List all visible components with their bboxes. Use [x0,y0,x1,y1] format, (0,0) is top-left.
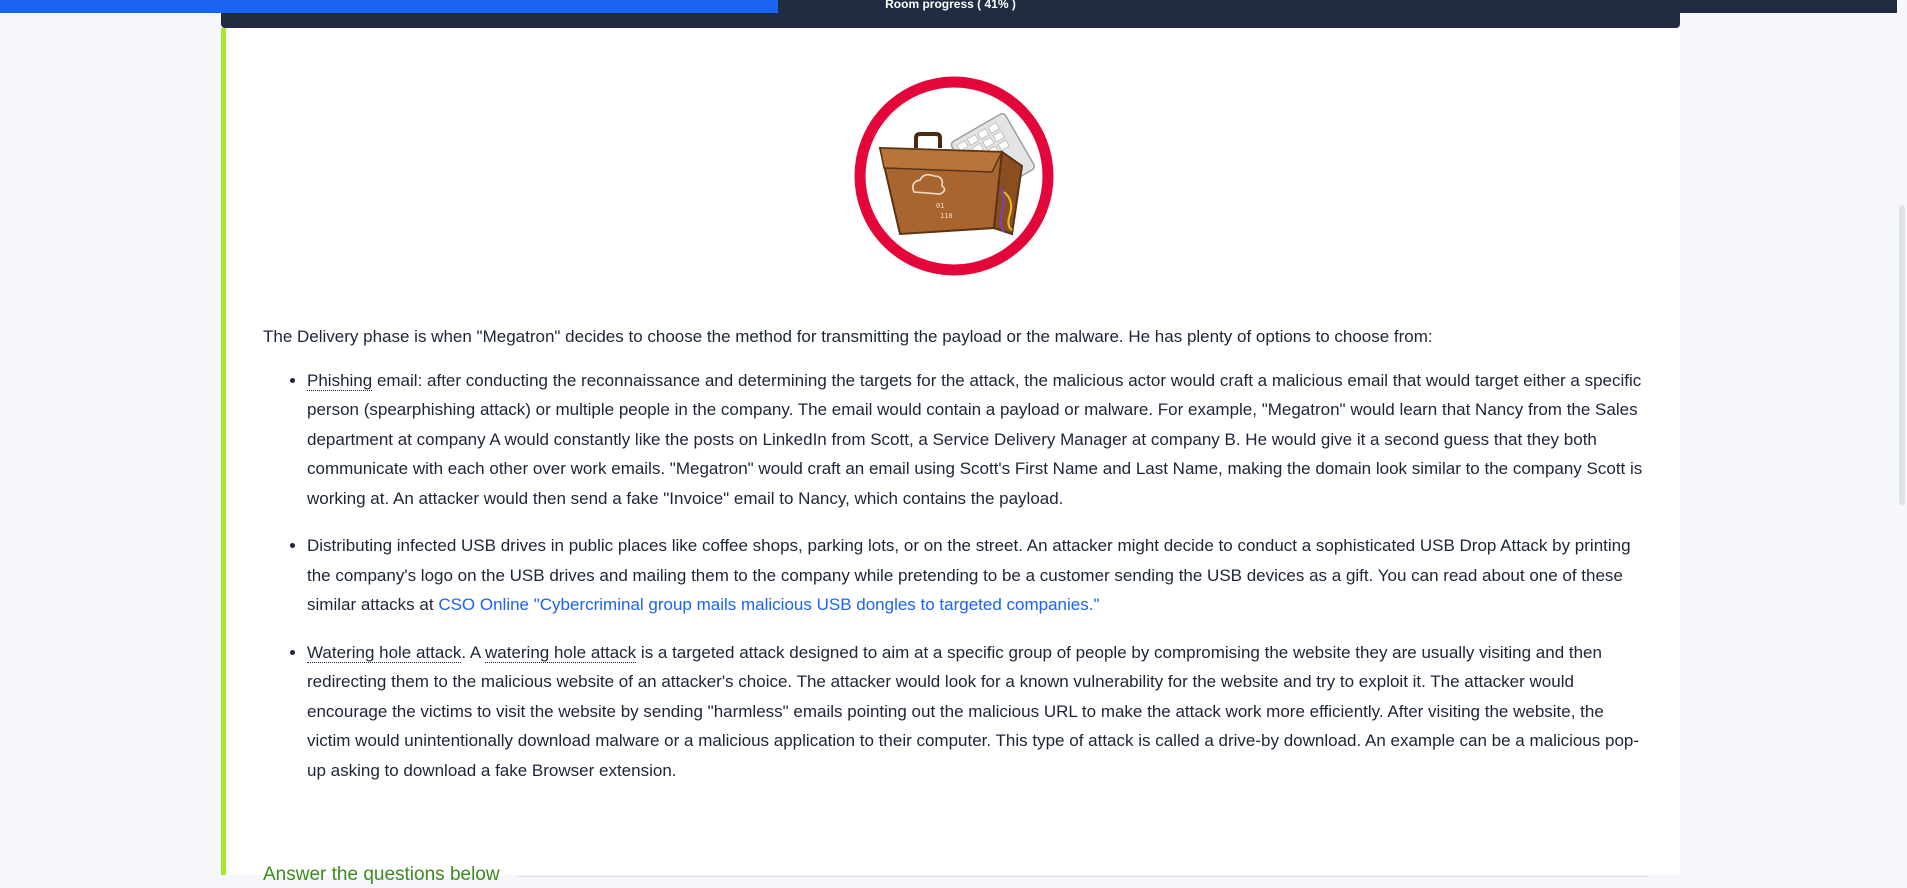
scrollbar-thumb[interactable] [1899,205,1905,505]
list-item-usb: Distributing infected USB drives in publ… [307,531,1648,620]
answers-divider [517,876,1648,877]
room-progress-label: Room progress ( 41% ) [885,0,1016,11]
answers-title: Answer the questions below [263,864,500,885]
room-progress-bar: Room progress ( 41% ) [221,0,1680,28]
briefcase-with-keyboard-icon: 01 110 [854,76,1054,276]
phishing-term[interactable]: Phishing [307,370,373,391]
watering-hole-mid: . A [461,642,485,662]
cso-online-link[interactable]: CSO Online "Cybercriminal group mails ma… [438,595,1099,614]
svg-text:110: 110 [940,212,953,220]
watering-hole-text: is a targeted attack designed to aim at … [307,642,1640,780]
list-item-watering-hole: Watering hole attack. A watering hole at… [307,638,1648,786]
watering-hole-term[interactable]: Watering hole attack [307,642,462,663]
task-content: The Delivery phase is when "Megatron" de… [263,322,1648,803]
watering-hole-term-2[interactable]: watering hole attack [484,642,637,663]
task-card: 01 110 The Delivery phase is when "Megat… [221,28,1680,885]
page-scrollbar[interactable] [1897,0,1907,875]
intro-paragraph: The Delivery phase is when "Megatron" de… [263,327,1433,346]
answers-header: Answer the questions below [263,864,1648,888]
phishing-text: email: after conducting the reconnaissan… [307,370,1643,508]
delivery-methods-list: Phishing email: after conducting the rec… [263,366,1648,786]
list-item-phishing: Phishing email: after conducting the rec… [307,366,1648,514]
svg-text:01: 01 [936,202,944,210]
